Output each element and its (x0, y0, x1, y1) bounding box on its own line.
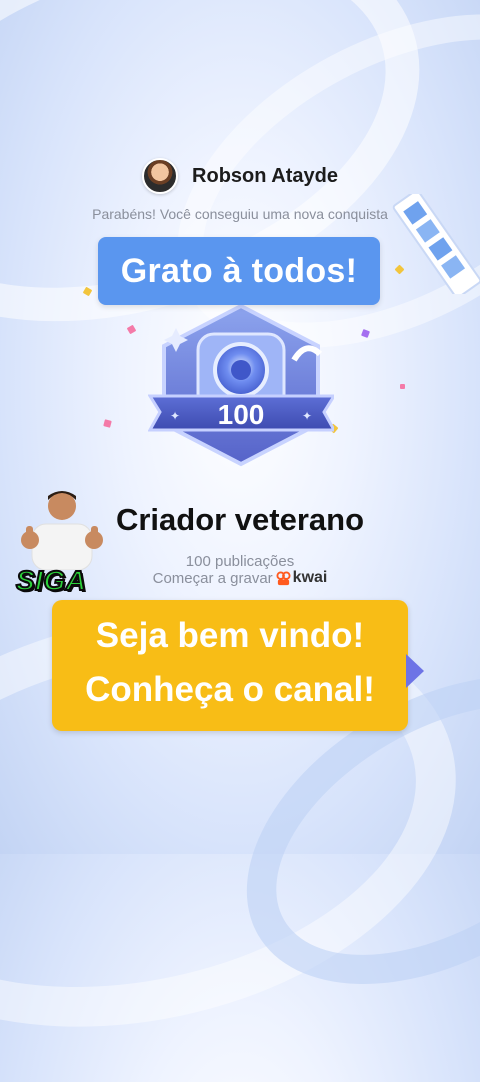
kwai-logo-icon (276, 570, 291, 585)
follow-label[interactable]: SIGA (15, 564, 87, 597)
kwai-wordmark: kwai (292, 569, 328, 586)
username[interactable]: Robson Atayde (192, 165, 338, 188)
svg-text:✦: ✦ (302, 409, 312, 423)
avatar[interactable] (142, 158, 179, 194)
confetti-decoration (400, 384, 405, 389)
badge-number: 100 (218, 399, 265, 430)
svg-text:✦: ✦ (170, 409, 180, 423)
camera-badge-icon: ✦ ✦ 100 (148, 303, 334, 467)
arrow-decoration-icon (406, 654, 424, 688)
kwai-logo: kwai (276, 569, 328, 587)
person-thumbs-up-sticker (21, 491, 103, 570)
confetti-decoration (103, 419, 112, 428)
welcome-line: Seja bem vindo! (95, 616, 365, 655)
welcome-banner: Seja bem vindo! Conheça o canal! (52, 600, 408, 731)
thanks-text: Grato à todos! (120, 251, 358, 290)
thanks-banner: Grato à todos! (98, 237, 380, 305)
user-header: Robson Atayde (0, 158, 480, 194)
start-recording-label[interactable]: Começar a gravar (153, 570, 273, 587)
confetti-decoration (126, 324, 137, 335)
confetti-decoration (82, 286, 93, 297)
congrats-subtitle: Parabéns! Você conseguiu uma nova conqui… (92, 206, 388, 222)
confetti-decoration (361, 329, 370, 338)
channel-line: Conheça o canal! (85, 670, 375, 709)
